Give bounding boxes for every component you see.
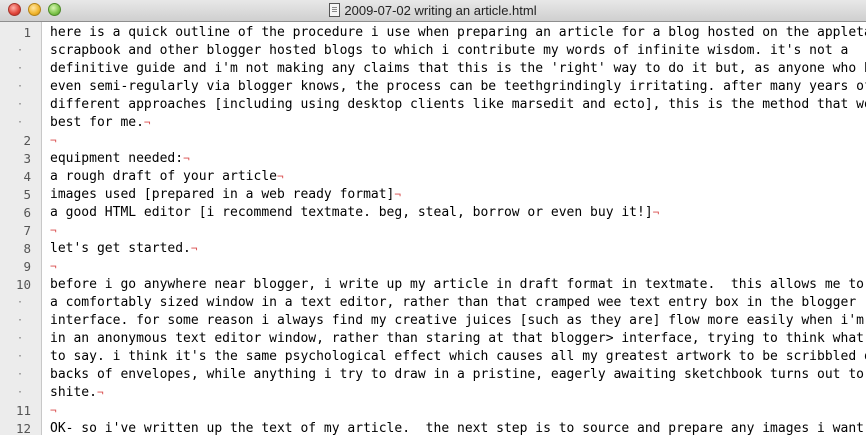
line-text[interactable]: interface. for some reason i always find… bbox=[50, 312, 866, 330]
editor-line[interactable]: 4 a rough draft of your article¬ bbox=[23, 168, 862, 186]
line-number: 4 bbox=[23, 169, 31, 184]
editor-line[interactable]: · shite.¬ bbox=[17, 384, 862, 402]
editor-line[interactable]: · scrapbook and other blogger hosted blog… bbox=[17, 42, 862, 60]
line-text[interactable]: shite.¬ bbox=[50, 384, 104, 402]
line-number: · bbox=[16, 333, 23, 344]
line-text[interactable]: in an anonymous text editor window, rath… bbox=[50, 330, 866, 348]
editor-line[interactable]: 7 ¬ bbox=[23, 222, 862, 240]
line-end-marker: ¬ bbox=[190, 242, 198, 255]
line-text[interactable]: OK- so i've written up the text of my ar… bbox=[50, 420, 866, 435]
line-number: 6 bbox=[23, 205, 31, 220]
line-end-marker: ¬ bbox=[183, 152, 190, 165]
line-number: · bbox=[16, 81, 23, 92]
editor-line[interactable]: 5 images used [prepared in a web ready fo… bbox=[23, 186, 862, 204]
line-number: 11 bbox=[15, 403, 31, 418]
line-number: 7 bbox=[23, 223, 31, 238]
line-text[interactable]: a rough draft of your article¬ bbox=[50, 168, 284, 186]
editor-line[interactable]: · in an anonymous text editor window, rat… bbox=[17, 330, 864, 348]
textmate-window: 2009-07-02 writing an article.html 1 here… bbox=[0, 0, 866, 435]
line-number: · bbox=[16, 117, 23, 128]
line-number: 12 bbox=[15, 421, 31, 435]
line-number: 2 bbox=[23, 133, 31, 148]
line-number: · bbox=[16, 369, 23, 380]
line-end-marker: ¬ bbox=[143, 116, 151, 129]
editor-line[interactable]: · a comfortably sized window in a text ed… bbox=[17, 294, 862, 312]
editor-line[interactable]: · different approaches [including using d… bbox=[17, 96, 866, 114]
line-end-marker: ¬ bbox=[276, 170, 284, 183]
editor-line[interactable]: · definitive guide and i'm not making any… bbox=[17, 60, 866, 78]
editor-line[interactable]: · interface. for some reason i always fin… bbox=[17, 312, 864, 330]
title-bar[interactable]: 2009-07-02 writing an article.html bbox=[0, 0, 866, 22]
line-number: 9 bbox=[23, 259, 31, 274]
line-text[interactable]: even semi-regularly via blogger knows, t… bbox=[50, 78, 866, 96]
window-title: 2009-07-02 writing an article.html bbox=[344, 3, 537, 18]
text-editor[interactable]: 1 here is a quick outline of the procedur… bbox=[0, 22, 866, 435]
editor-line[interactable]: · even semi-regularly via blogger knows, … bbox=[17, 78, 866, 96]
line-number: · bbox=[16, 351, 23, 362]
line-text[interactable]: a comfortably sized window in a text edi… bbox=[50, 294, 856, 312]
editor-line[interactable]: 12 OK- so i've written up the text of my … bbox=[16, 420, 864, 435]
line-text[interactable]: backs of envelopes, while anything i try… bbox=[50, 366, 866, 384]
editor-line[interactable]: 9 ¬ bbox=[23, 258, 862, 276]
text-area[interactable]: 1 here is a quick outline of the procedur… bbox=[16, 24, 866, 435]
line-text[interactable]: to say. i think it's the same psychologi… bbox=[50, 348, 866, 366]
line-number: · bbox=[16, 297, 23, 308]
line-text[interactable]: equipment needed:¬ bbox=[50, 150, 190, 168]
editor-line[interactable]: · backs of envelopes, while anything i tr… bbox=[17, 366, 864, 384]
editor-line[interactable]: · to say. i think it's the same psycholog… bbox=[17, 348, 866, 366]
line-end-marker: ¬ bbox=[96, 386, 104, 399]
line-text[interactable]: ¬ bbox=[50, 132, 57, 150]
line-number: · bbox=[16, 63, 23, 74]
line-end-marker: ¬ bbox=[50, 404, 57, 417]
line-end-marker: ¬ bbox=[394, 188, 401, 201]
line-text[interactable]: images used [prepared in a web ready for… bbox=[50, 186, 401, 204]
line-text[interactable]: scrapbook and other blogger hosted blogs… bbox=[50, 42, 848, 60]
line-number: 1 bbox=[23, 25, 31, 40]
line-text[interactable]: ¬ bbox=[50, 258, 57, 276]
editor-line[interactable]: 6 a good HTML editor [i recommend textmat… bbox=[23, 204, 862, 222]
line-number: 8 bbox=[23, 241, 31, 256]
line-number: · bbox=[16, 45, 23, 56]
editor-line[interactable]: 10 before i go anywhere near blogger, i w… bbox=[16, 276, 864, 294]
line-end-marker: ¬ bbox=[50, 134, 57, 147]
line-text[interactable]: best for me.¬ bbox=[50, 114, 151, 132]
line-text[interactable]: definitive guide and i'm not making any … bbox=[50, 60, 866, 78]
line-text[interactable]: here is a quick outline of the procedure… bbox=[50, 24, 866, 42]
line-end-marker: ¬ bbox=[50, 224, 57, 237]
line-text[interactable]: before i go anywhere near blogger, i wri… bbox=[50, 276, 866, 294]
line-number: · bbox=[16, 315, 23, 326]
line-end-marker: ¬ bbox=[50, 260, 57, 273]
editor-line[interactable]: 3 equipment needed:¬ bbox=[23, 150, 862, 168]
editor-line[interactable]: 11 ¬ bbox=[16, 402, 862, 420]
line-number: 5 bbox=[23, 187, 31, 202]
line-number: 3 bbox=[23, 151, 31, 166]
window-title-area: 2009-07-02 writing an article.html bbox=[0, 3, 866, 18]
editor-line[interactable]: · best for me.¬ bbox=[17, 114, 862, 132]
line-text[interactable]: let's get started.¬ bbox=[50, 240, 198, 258]
line-text[interactable]: a good HTML editor [i recommend textmate… bbox=[50, 204, 659, 222]
editor-line[interactable]: 8 let's get started.¬ bbox=[23, 240, 862, 258]
line-number: · bbox=[16, 99, 23, 110]
editor-line[interactable]: 1 here is a quick outline of the procedur… bbox=[23, 24, 866, 42]
line-number: 10 bbox=[15, 277, 31, 292]
line-end-marker: ¬ bbox=[652, 206, 660, 219]
editor-line[interactable]: 2 ¬ bbox=[23, 132, 862, 150]
line-text[interactable]: different approaches [including using de… bbox=[50, 96, 866, 114]
line-number: · bbox=[16, 387, 23, 398]
line-text[interactable]: ¬ bbox=[50, 402, 57, 420]
line-text[interactable]: ¬ bbox=[50, 222, 57, 240]
html-document-icon bbox=[329, 3, 341, 17]
